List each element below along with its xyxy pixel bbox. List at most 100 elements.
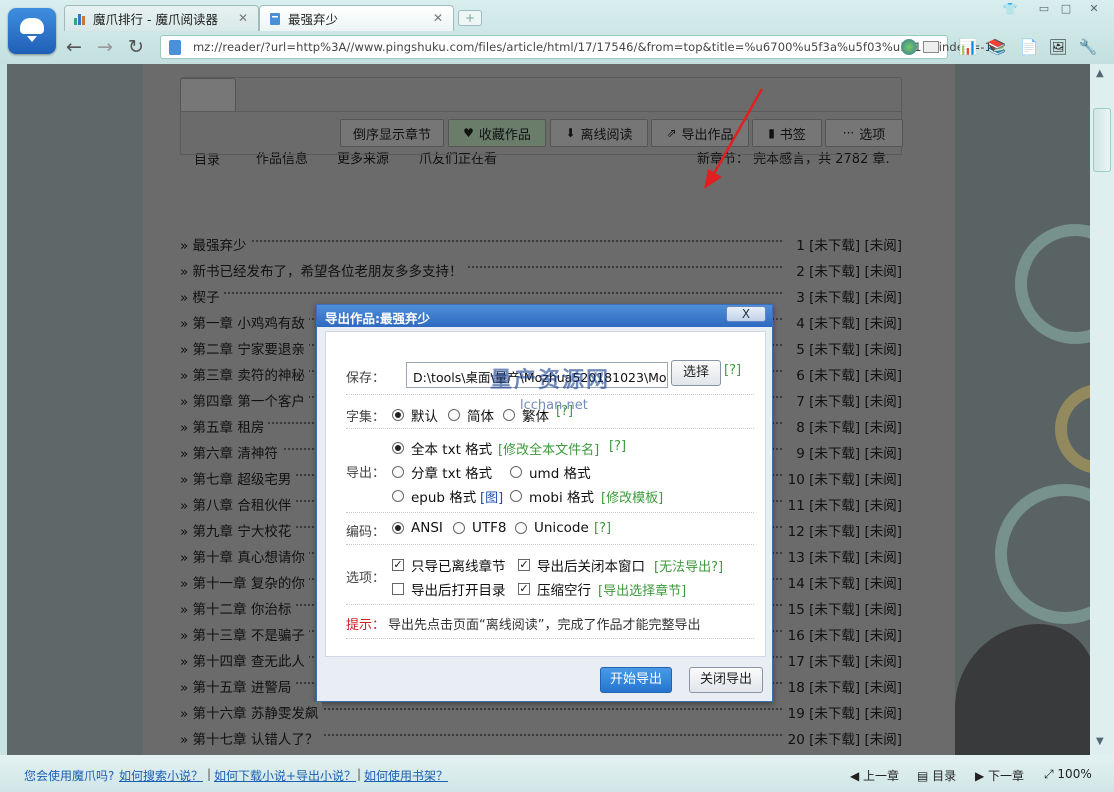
chapter-status[interactable]: 14 [未下载] [未阅]: [783, 572, 902, 592]
chapter-status[interactable]: 19 [未下载] [未阅]: [783, 702, 902, 722]
chapter-title[interactable]: » 第十章 真心想请你: [180, 546, 309, 566]
start-export-button[interactable]: 开始导出: [600, 667, 672, 693]
chapter-status[interactable]: 11 [未下载] [未阅]: [783, 494, 902, 514]
scroll-down-icon[interactable]: ▼: [1096, 736, 1104, 747]
image-icon[interactable]: 🖼: [1048, 37, 1068, 57]
full-txt-radio[interactable]: 全本 txt 格式: [392, 438, 492, 458]
split-txt-radio[interactable]: 分章 txt 格式: [392, 462, 492, 482]
chapter-title[interactable]: » 第十三章 不是骗子: [180, 624, 309, 644]
chapter-status[interactable]: 7 [未下载] [未阅]: [792, 390, 902, 410]
close-window-icon[interactable]: ✕: [1084, 2, 1104, 16]
chapter-row[interactable]: » 新书已经发布了，希望各位老朋友多多支持！ 2 [未下载] [未阅]: [180, 256, 902, 282]
chapter-status[interactable]: 4 [未下载] [未阅]: [792, 312, 902, 332]
encoding-utf8-radio[interactable]: UTF8: [453, 520, 506, 536]
pages-icon[interactable]: 📄: [1019, 37, 1039, 57]
mobi-radio[interactable]: mobi 格式: [510, 486, 594, 506]
chapter-status[interactable]: 10 [未下载] [未阅]: [783, 468, 902, 488]
chapter-status[interactable]: 5 [未下载] [未阅]: [792, 338, 902, 358]
refresh-icon[interactable]: ↻: [125, 36, 147, 58]
only-offline-checkbox[interactable]: ✓ 只导已离线章节: [392, 555, 506, 575]
tab-close-icon[interactable]: ✕: [433, 11, 443, 25]
chapter-status[interactable]: 6 [未下载] [未阅]: [792, 364, 902, 384]
scrollbar-thumb[interactable]: [1093, 108, 1111, 172]
chapter-title[interactable]: » 第八章 合租伙伴: [180, 494, 296, 514]
chapter-status[interactable]: 15 [未下载] [未阅]: [783, 598, 902, 618]
help-link-bookshelf[interactable]: 如何使用书架？: [364, 767, 448, 784]
chapter-title[interactable]: » 第十七章 认错人了？: [180, 728, 323, 748]
prev-chapter-button[interactable]: ◀ 上一章: [850, 767, 899, 784]
compress-blank-checkbox[interactable]: ✓ 压缩空行: [518, 579, 591, 599]
reader-mode-icon[interactable]: [923, 41, 939, 53]
tab-close-icon[interactable]: ✕: [238, 11, 248, 25]
charset-simplified-radio[interactable]: 简体: [448, 405, 494, 425]
chapter-status[interactable]: 20 [未下载] [未阅]: [783, 728, 902, 748]
app-logo-icon[interactable]: [8, 8, 56, 54]
chapter-title[interactable]: » 第二章 宁家要退亲: [180, 338, 309, 358]
chapter-title[interactable]: » 新书已经发布了，希望各位老朋友多多支持！: [180, 260, 467, 280]
chapter-status[interactable]: 9 [未下载] [未阅]: [792, 442, 902, 462]
edit-template-link[interactable]: [修改模板]: [601, 487, 663, 506]
globe-icon[interactable]: [901, 39, 917, 55]
close-export-button[interactable]: 关闭导出: [689, 667, 763, 693]
ranking-icon[interactable]: 📊: [958, 37, 978, 57]
chapter-status[interactable]: 2 [未下载] [未阅]: [792, 260, 902, 280]
chapter-title[interactable]: » 第十四章 查无此人: [180, 650, 309, 670]
help-link-download[interactable]: 如何下载小说+导出小说？: [214, 767, 356, 784]
chapter-status[interactable]: 17 [未下载] [未阅]: [783, 650, 902, 670]
chapter-row[interactable]: » 最强弃少 1 [未下载] [未阅]: [180, 230, 902, 256]
settings-wrench-icon[interactable]: 🔧: [1078, 37, 1098, 57]
bookshelf-icon[interactable]: 📚: [987, 37, 1007, 57]
chapter-title[interactable]: » 第十五章 进警局: [180, 676, 296, 696]
chapter-title[interactable]: » 第一章 小鸡鸡有敌: [180, 312, 309, 332]
encoding-help-link[interactable]: [?]: [594, 521, 611, 536]
chapter-status[interactable]: 16 [未下载] [未阅]: [783, 624, 902, 644]
skin-icon[interactable]: 👕: [1000, 2, 1020, 16]
tab-ranking[interactable]: 魔爪排行 - 魔爪阅读器 ✕: [64, 5, 259, 31]
chapter-title[interactable]: » 第六章 清神符: [180, 442, 282, 462]
chapter-status[interactable]: 3 [未下载] [未阅]: [792, 286, 902, 306]
maximize-icon[interactable]: □: [1056, 2, 1076, 16]
index-button[interactable]: ▤ 目录: [917, 767, 956, 784]
address-url[interactable]: mz://reader/?url=http%3A//www.pingshuku.…: [193, 40, 992, 54]
chapter-row[interactable]: » 第十七章 认错人了？ 20 [未下载] [未阅]: [180, 724, 902, 750]
umd-radio[interactable]: umd 格式: [510, 462, 591, 482]
choose-path-button[interactable]: 选择: [671, 360, 721, 386]
rename-full-link[interactable]: [修改全本文件名]: [498, 439, 599, 458]
minimize-icon[interactable]: ▭: [1034, 2, 1054, 16]
save-help-link[interactable]: [?]: [724, 363, 741, 378]
chapter-title[interactable]: » 第十一章 复杂的你: [180, 572, 309, 592]
options-button[interactable]: ··· 选项: [825, 119, 903, 147]
chapter-title[interactable]: » 第三章 卖符的神秘: [180, 364, 309, 384]
favorite-button[interactable]: ♥ 收藏作品: [448, 119, 546, 147]
zoom-level[interactable]: ⤢ 100%: [1044, 767, 1092, 782]
help-link-search[interactable]: 如何搜索小说？: [119, 767, 203, 784]
address-bar[interactable]: mz://reader/?url=http%3A//www.pingshuku.…: [160, 35, 992, 59]
chapter-status[interactable]: 8 [未下载] [未阅]: [792, 416, 902, 436]
cannot-export-link[interactable]: [无法导出?]: [654, 556, 723, 575]
next-chapter-button[interactable]: ▶ 下一章: [975, 767, 1024, 784]
new-tab-button[interactable]: +: [458, 10, 482, 26]
chapter-status[interactable]: 13 [未下载] [未阅]: [783, 546, 902, 566]
chapter-title[interactable]: » 最强弃少: [180, 234, 251, 254]
tab-index-active[interactable]: [180, 78, 236, 111]
dialog-close-button[interactable]: X: [726, 306, 766, 322]
scroll-up-icon[interactable]: ▲: [1096, 68, 1104, 79]
encoding-unicode-radio[interactable]: Unicode: [515, 520, 589, 536]
encoding-ansi-radio[interactable]: ANSI: [392, 520, 443, 536]
offline-read-button[interactable]: ⬇ 离线阅读: [550, 119, 648, 147]
chapter-status[interactable]: 18 [未下载] [未阅]: [783, 676, 902, 696]
close-after-export-checkbox[interactable]: ✓ 导出后关闭本窗口: [518, 555, 645, 575]
charset-default-radio[interactable]: 默认: [392, 405, 438, 425]
vertical-scrollbar[interactable]: ▲ ▼: [1090, 64, 1114, 755]
epub-image-link[interactable]: [图]: [480, 487, 503, 506]
chapter-title[interactable]: » 第九章 宁大校花: [180, 520, 296, 540]
epub-radio[interactable]: epub 格式: [392, 486, 476, 506]
chapter-title[interactable]: » 第十六章 苏静雯发飙: [180, 702, 323, 722]
chapter-title[interactable]: » 楔子: [180, 286, 224, 306]
chapter-status[interactable]: 1 [未下载] [未阅]: [792, 234, 902, 254]
tab-book[interactable]: 最强弃少 ✕: [259, 5, 454, 31]
chapter-status[interactable]: 12 [未下载] [未阅]: [783, 520, 902, 540]
chapter-title[interactable]: » 第五章 租房: [180, 416, 269, 436]
open-folder-checkbox[interactable]: 导出后打开目录: [392, 579, 506, 599]
back-icon[interactable]: ←: [63, 36, 85, 58]
